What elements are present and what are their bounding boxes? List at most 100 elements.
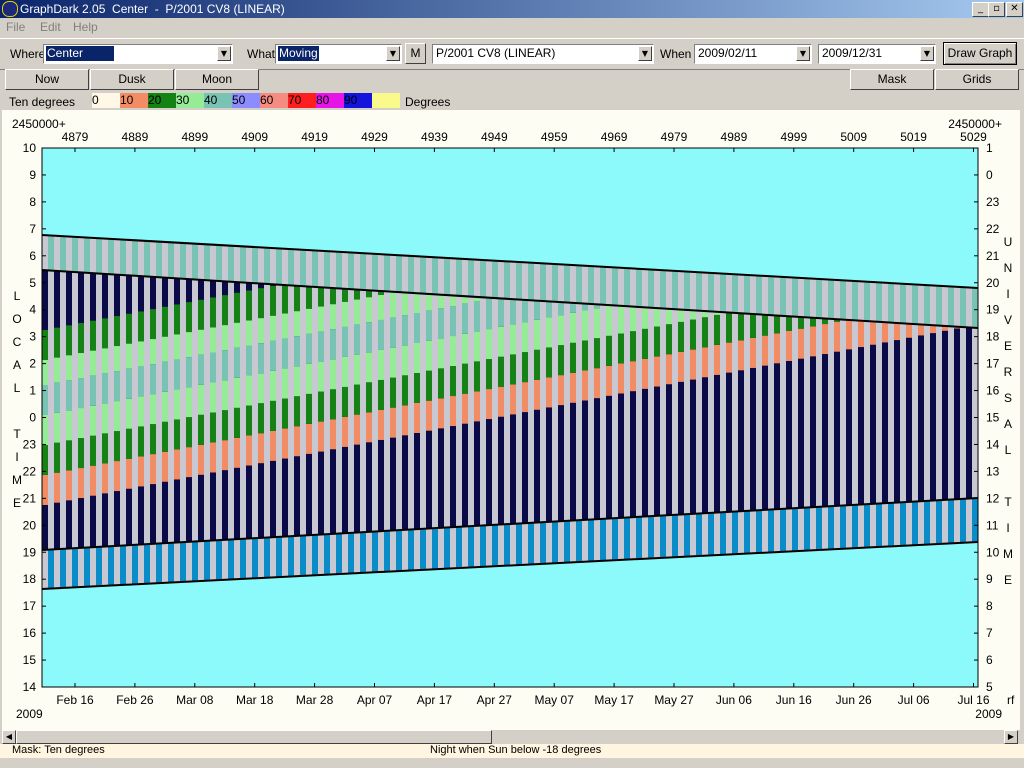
altitude-band-bar xyxy=(558,302,565,316)
menu-help[interactable]: Help xyxy=(73,20,98,34)
twilight-bar xyxy=(546,521,553,564)
twilight-bar xyxy=(456,526,463,569)
mask-button[interactable]: Mask xyxy=(850,69,934,90)
now-button[interactable]: Now xyxy=(5,69,89,90)
universal-time-axis-letter: T xyxy=(1004,495,1012,509)
jd-tick-label: 4889 xyxy=(122,130,149,144)
night-bar xyxy=(348,289,355,533)
twilight-bar xyxy=(300,535,307,576)
twilight-bar xyxy=(594,266,601,305)
altitude-band-bar xyxy=(210,352,217,383)
grids-button[interactable]: Grids xyxy=(935,69,1019,90)
object-select[interactable]: P/2001 CV8 (LINEAR) ▼ xyxy=(432,44,654,64)
twilight-bar xyxy=(786,277,793,317)
what-select[interactable]: Moving ▼ xyxy=(275,44,402,64)
altitude-band-bar xyxy=(546,347,553,378)
horizontal-scrollbar[interactable]: ◀ ▶ xyxy=(0,730,1020,744)
jd-tick-label: 4979 xyxy=(661,130,688,144)
chevron-down-icon[interactable]: ▼ xyxy=(920,46,934,61)
altitude-band-bar xyxy=(582,310,589,341)
altitude-band-bar xyxy=(150,364,157,395)
twilight-bar xyxy=(114,239,121,275)
altitude-band-bar xyxy=(234,347,241,378)
twilight-bar xyxy=(282,248,289,285)
twilight-bar xyxy=(204,244,211,281)
altitude-band-bar xyxy=(102,318,109,349)
menu-file[interactable]: File xyxy=(6,20,25,34)
scroll-left-icon[interactable]: ◀ xyxy=(2,730,16,744)
chevron-down-icon[interactable]: ▼ xyxy=(796,46,810,61)
altitude-band-bar xyxy=(42,330,49,360)
ut-tick: 15 xyxy=(986,411,1000,425)
chevron-down-icon[interactable]: ▼ xyxy=(386,46,400,61)
close-button[interactable]: ✕ xyxy=(1006,2,1023,17)
menu-edit[interactable]: Edit xyxy=(40,20,61,34)
dusk-button[interactable]: Dusk xyxy=(90,69,174,90)
twilight-bar xyxy=(864,281,871,322)
altitude-band-bar xyxy=(534,379,541,410)
altitude-band-bar xyxy=(354,414,361,445)
altitude-band-bar xyxy=(570,312,577,343)
altitude-band-bar xyxy=(486,359,493,390)
night-bar xyxy=(336,288,343,534)
date-tick-label: Jun 26 xyxy=(836,693,872,707)
twilight-bar xyxy=(666,270,673,309)
chevron-down-icon[interactable]: ▼ xyxy=(638,46,652,61)
twilight-bar xyxy=(276,536,283,578)
twilight-bar xyxy=(504,261,511,299)
twilight-bar xyxy=(114,545,121,586)
scroll-thumb[interactable] xyxy=(16,730,492,744)
twilight-bar xyxy=(714,273,721,312)
twilight-bar xyxy=(120,239,127,275)
altitude-band-bar xyxy=(54,327,61,358)
twilight-bar xyxy=(222,245,229,282)
twilight-bar xyxy=(174,542,181,583)
m-button[interactable]: M xyxy=(405,43,426,64)
jd-tick-label: 4899 xyxy=(181,130,208,144)
altitude-band-bar xyxy=(138,426,145,457)
altitude-band-bar xyxy=(750,337,757,368)
altitude-band-bar xyxy=(510,299,517,325)
jd-tick-label: 4879 xyxy=(62,130,89,144)
twilight-bar xyxy=(396,530,403,572)
twilight-bar xyxy=(84,237,91,273)
local-time-tick: 19 xyxy=(23,545,37,559)
altitude-band-bar xyxy=(162,421,169,452)
jd-tick-label: 4949 xyxy=(481,130,508,144)
ut-tick: 13 xyxy=(986,464,1000,478)
night-bar xyxy=(84,272,91,548)
night-bar xyxy=(192,279,199,542)
altitude-band-bar xyxy=(486,389,493,420)
altitude-band-bar xyxy=(522,352,529,383)
draw-graph-button[interactable]: Draw Graph xyxy=(943,42,1017,65)
night-bar xyxy=(180,278,187,543)
night-bar xyxy=(444,295,451,528)
twilight-bar xyxy=(336,533,343,575)
altitude-band-bar xyxy=(378,379,385,410)
ut-tick: 8 xyxy=(986,599,993,613)
night-bar xyxy=(858,320,865,505)
twilight-bar xyxy=(246,538,253,579)
chevron-down-icon[interactable]: ▼ xyxy=(217,46,231,61)
app-icon xyxy=(2,1,18,17)
twilight-bar xyxy=(288,536,295,577)
twilight-bar xyxy=(960,287,967,328)
night-bar xyxy=(954,326,961,500)
twilight-bar xyxy=(972,288,979,328)
twilight-bar xyxy=(366,253,373,291)
where-select[interactable]: Center ▼ xyxy=(43,44,233,64)
minimize-button[interactable]: _ xyxy=(972,2,989,17)
start-date-select[interactable]: 2009/02/11 ▼ xyxy=(694,44,812,64)
twilight-bar xyxy=(276,248,283,285)
twilight-bar xyxy=(936,285,943,326)
altitude-band-bar xyxy=(294,285,301,312)
end-date-select[interactable]: 2009/12/31 ▼ xyxy=(818,44,936,64)
moon-button[interactable]: Moon xyxy=(175,69,259,90)
restore-button[interactable]: ▫ xyxy=(988,2,1005,17)
altitude-band-bar xyxy=(378,349,385,380)
night-bar xyxy=(936,325,943,501)
twilight-bar xyxy=(756,275,763,315)
scroll-right-icon[interactable]: ▶ xyxy=(1004,730,1018,744)
altitude-band-bar xyxy=(390,291,397,318)
altitude-band-bar xyxy=(114,316,121,347)
